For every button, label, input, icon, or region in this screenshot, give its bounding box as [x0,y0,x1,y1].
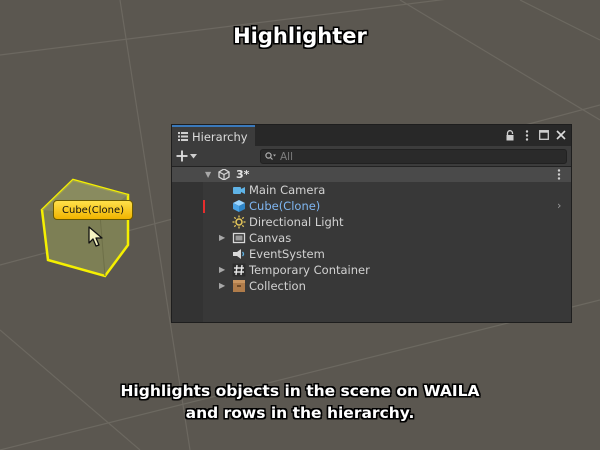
search-box[interactable] [260,149,567,164]
lock-icon[interactable] [503,127,517,143]
scene-foldout-arrow-icon[interactable]: ▼ [205,167,211,182]
maximize-icon[interactable] [537,127,551,143]
scene-header-row[interactable]: ▼ 3* [172,167,571,182]
plus-icon [176,150,188,162]
light-icon [232,215,246,229]
tab-hierarchy-label: Hierarchy [192,129,248,144]
hierarchy-row-label: Cube(Clone) [249,199,321,213]
foldout-arrow-icon[interactable]: ▶ [219,262,225,278]
event-system-icon [233,249,245,259]
search-icon [265,152,276,160]
chevron-down-icon [190,153,197,158]
hierarchy-row-cube-clone[interactable]: Cube(Clone) › [172,198,571,214]
cube-icon [233,200,245,212]
hierarchy-row-label: EventSystem [249,247,325,261]
scene-menu-icon[interactable] [557,169,561,180]
unity-scene-icon [218,169,230,180]
hierarchy-row-temporary-container[interactable]: ▶ Temporary Container [172,262,571,278]
hierarchy-row-canvas[interactable]: ▶ Canvas [172,230,571,246]
hierarchy-row-label: Temporary Container [249,263,370,277]
hierarchy-row-label: Main Camera [249,183,326,197]
highlighted-cube[interactable] [40,178,130,278]
hierarchy-row-label: Canvas [249,231,292,245]
box-icon [233,280,245,292]
list-icon [178,132,188,141]
hash-icon [232,263,246,277]
object-tooltip: Cube(Clone) [53,200,133,220]
close-icon[interactable] [554,127,568,143]
hierarchy-row-collection[interactable]: ▶ Collection [172,278,571,294]
canvas-icon [232,232,246,244]
hierarchy-row-label: Directional Light [249,215,344,229]
hierarchy-tab-bar: Hierarchy [172,125,571,146]
highlight-marker [203,200,205,213]
hierarchy-row-directional-light[interactable]: Directional Light [172,214,571,230]
hierarchy-list: Main Camera Cube(Clone) › Directional Li… [172,182,571,294]
search-input[interactable] [280,150,560,163]
hierarchy-row-event-system[interactable]: EventSystem [172,246,571,262]
mouse-cursor-icon [88,226,103,247]
caption-line-2: and rows in the hierarchy. [185,404,415,422]
add-button[interactable] [176,147,204,165]
scene-name: 3* [236,168,250,181]
foldout-arrow-icon[interactable]: ▶ [219,230,225,246]
more-options-icon[interactable] [520,127,534,143]
page-title: Highlighter [233,24,367,48]
hierarchy-window: Hierarchy ▼ 3* [171,124,572,323]
foldout-arrow-icon[interactable]: ▶ [219,278,225,294]
camera-icon [233,187,245,194]
hierarchy-row-label: Collection [249,279,306,293]
tab-hierarchy[interactable]: Hierarchy [172,125,255,146]
hierarchy-row-main-camera[interactable]: Main Camera [172,182,571,198]
hierarchy-toolbar [172,146,571,167]
caption: Highlights objects in the scene on WAILA… [0,380,600,424]
chevron-right-icon[interactable]: › [557,198,561,214]
caption-line-1: Highlights objects in the scene on WAILA [120,382,480,400]
